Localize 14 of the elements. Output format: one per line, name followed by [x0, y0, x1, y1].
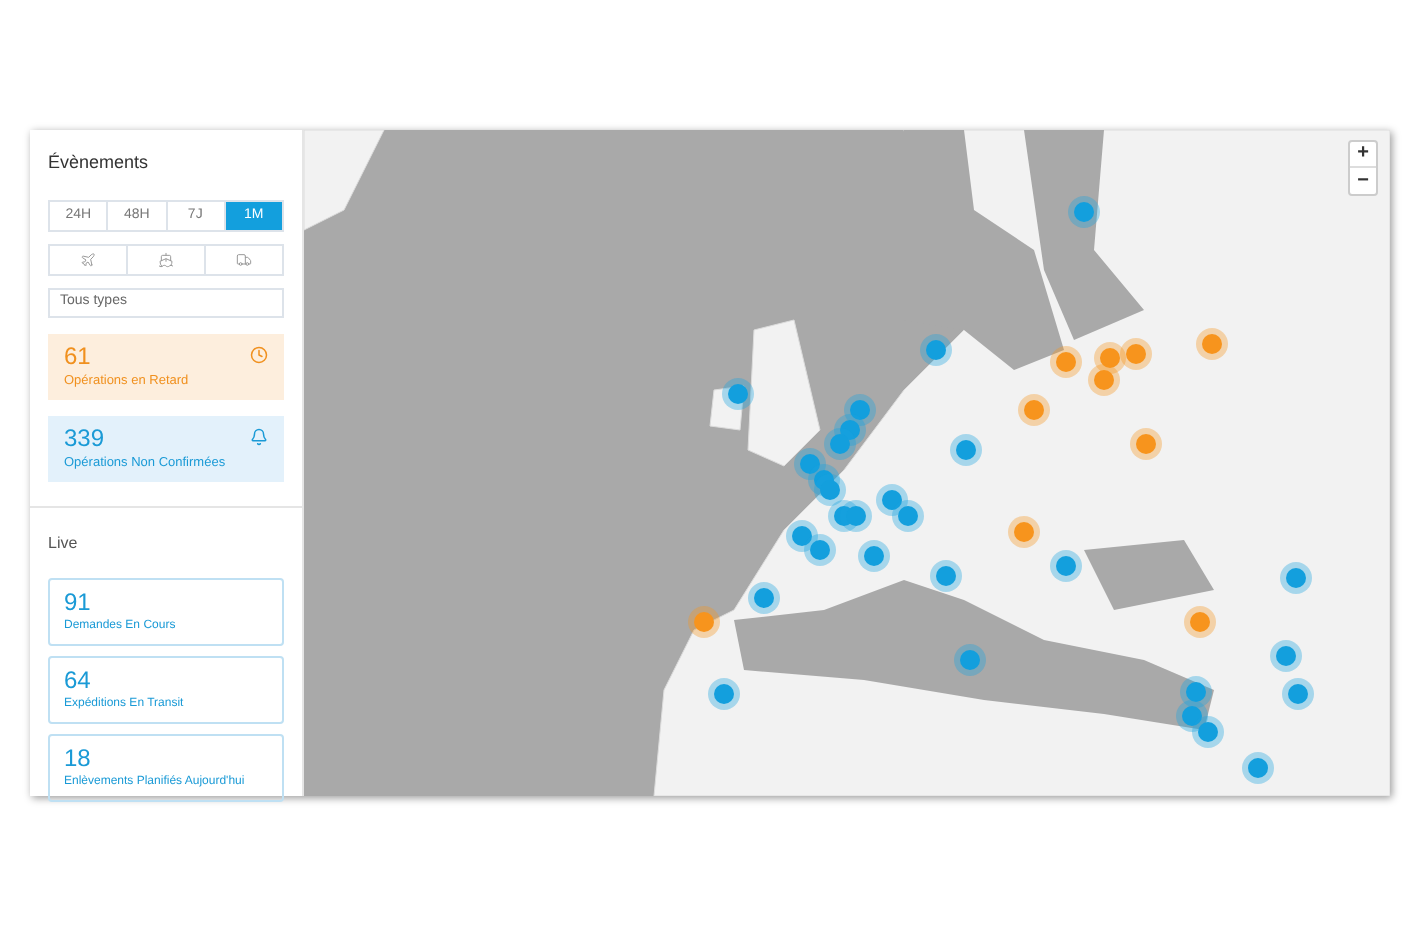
live-count: 18: [64, 743, 93, 773]
section-title: Live: [48, 531, 80, 555]
ship-icon: [158, 251, 174, 267]
alert-count: 61: [64, 341, 93, 371]
zoom-in-button[interactable]: +: [1350, 142, 1376, 168]
alert-count: 339: [64, 423, 107, 453]
live-count: 64: [64, 665, 93, 695]
bell-icon: [250, 427, 268, 445]
plane-icon: [80, 251, 96, 267]
clock-icon: [250, 345, 268, 363]
section-title: Évènements: [48, 150, 151, 176]
zoom-out-button[interactable]: −: [1350, 168, 1376, 194]
truck-icon: [236, 251, 252, 267]
live-count: 91: [64, 587, 93, 617]
